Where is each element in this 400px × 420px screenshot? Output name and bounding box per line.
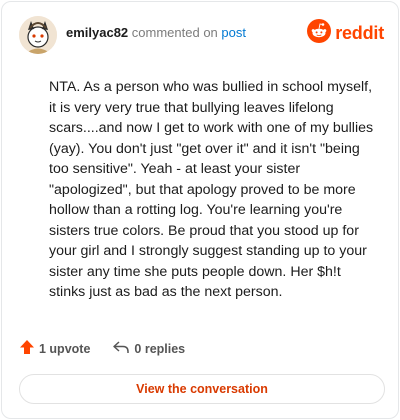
- comment-header: emilyac82 commented on post reddit: [19, 15, 384, 55]
- post-link[interactable]: post: [221, 25, 246, 40]
- comment-body: NTA. As a person who was bullied in scho…: [49, 79, 374, 300]
- upvote-arrow-icon: [19, 339, 35, 358]
- replies-button[interactable]: 0 replies: [112, 339, 185, 358]
- upvote-count: 1 upvote: [39, 341, 91, 356]
- commented-on-text: commented on: [131, 25, 218, 40]
- comment-meta: emilyac82 commented on post: [66, 25, 246, 41]
- replies-count: 0 replies: [134, 341, 186, 356]
- comment-card: emilyac82 commented on post reddit NTA. …: [1, 1, 399, 419]
- avatar[interactable]: [19, 16, 57, 54]
- reddit-wordmark: reddit: [335, 22, 384, 43]
- reddit-brand[interactable]: reddit: [307, 18, 384, 48]
- view-conversation-button[interactable]: View the conversation: [19, 374, 385, 404]
- comment-actions: 1 upvote 0 replies: [19, 339, 185, 358]
- reddit-logo-icon: [307, 18, 332, 48]
- upvote-button[interactable]: 1 upvote: [19, 339, 90, 358]
- reply-arrow-icon: [112, 339, 130, 358]
- username[interactable]: emilyac82: [66, 25, 128, 40]
